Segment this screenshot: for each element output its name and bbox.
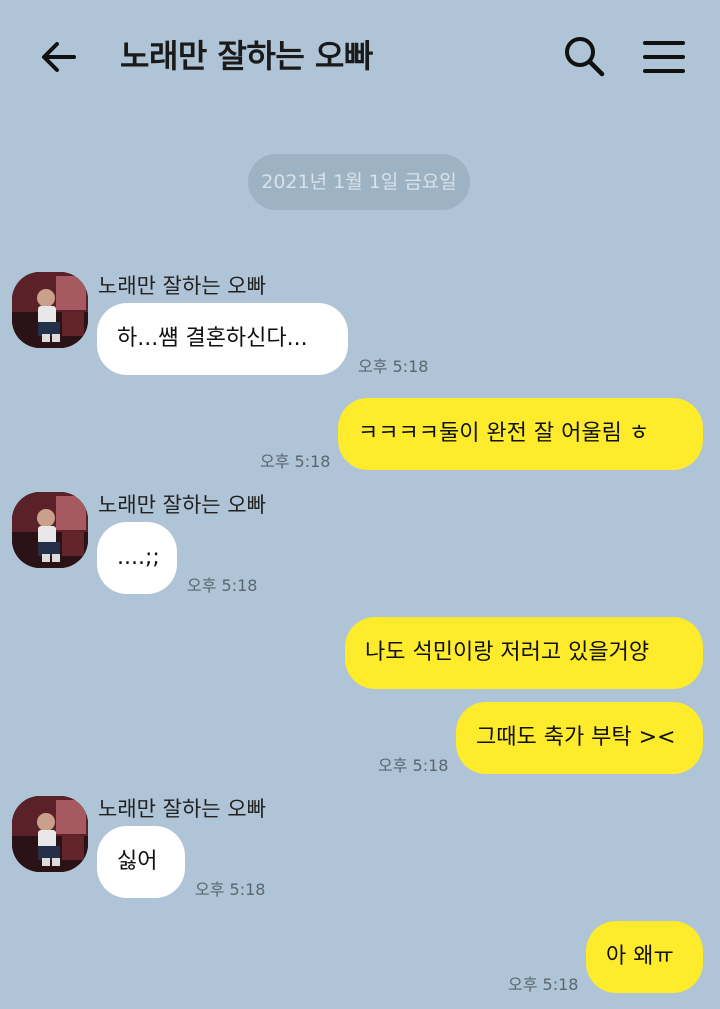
sender-name: 노래만 잘하는 오빠 bbox=[98, 493, 266, 517]
message-bubble-outgoing[interactable]: 아 왜ㅠ bbox=[586, 921, 703, 993]
message-time: 오후 5:18 bbox=[508, 975, 579, 994]
date-divider: 2021년 1월 1일 금요일 bbox=[248, 154, 470, 210]
sender-name: 노래만 잘하는 오빠 bbox=[98, 797, 266, 821]
message-bubble-incoming[interactable]: 하...썜 결혼하신다... bbox=[97, 303, 348, 375]
avatar[interactable] bbox=[12, 796, 88, 872]
hamburger-menu-icon[interactable] bbox=[642, 38, 686, 76]
message-bubble-outgoing[interactable]: 나도 석민이랑 저러고 있을거양 bbox=[345, 617, 703, 689]
message-time: 오후 5:18 bbox=[187, 576, 258, 595]
message-time: 오후 5:18 bbox=[378, 756, 449, 775]
chat-title: 노래만 잘하는 오빠 bbox=[120, 37, 373, 75]
message-bubble-outgoing[interactable]: ㅋㅋㅋㅋ둘이 완전 잘 어울림 ㅎ bbox=[338, 398, 703, 470]
arrow-left-icon[interactable] bbox=[38, 36, 80, 78]
message-time: 오후 5:18 bbox=[358, 357, 429, 376]
message-bubble-outgoing[interactable]: 그때도 축가 부탁 >< bbox=[456, 702, 703, 774]
search-icon[interactable] bbox=[562, 34, 606, 78]
avatar[interactable] bbox=[12, 492, 88, 568]
sender-name: 노래만 잘하는 오빠 bbox=[98, 274, 266, 298]
message-bubble-incoming[interactable]: 싫어 bbox=[97, 826, 185, 898]
message-time: 오후 5:18 bbox=[260, 452, 331, 471]
avatar[interactable] bbox=[12, 272, 88, 348]
message-bubble-incoming[interactable]: ....;; bbox=[97, 522, 177, 594]
chat-header: 노래만 잘하는 오빠 bbox=[0, 0, 720, 112]
message-time: 오후 5:18 bbox=[195, 880, 266, 899]
